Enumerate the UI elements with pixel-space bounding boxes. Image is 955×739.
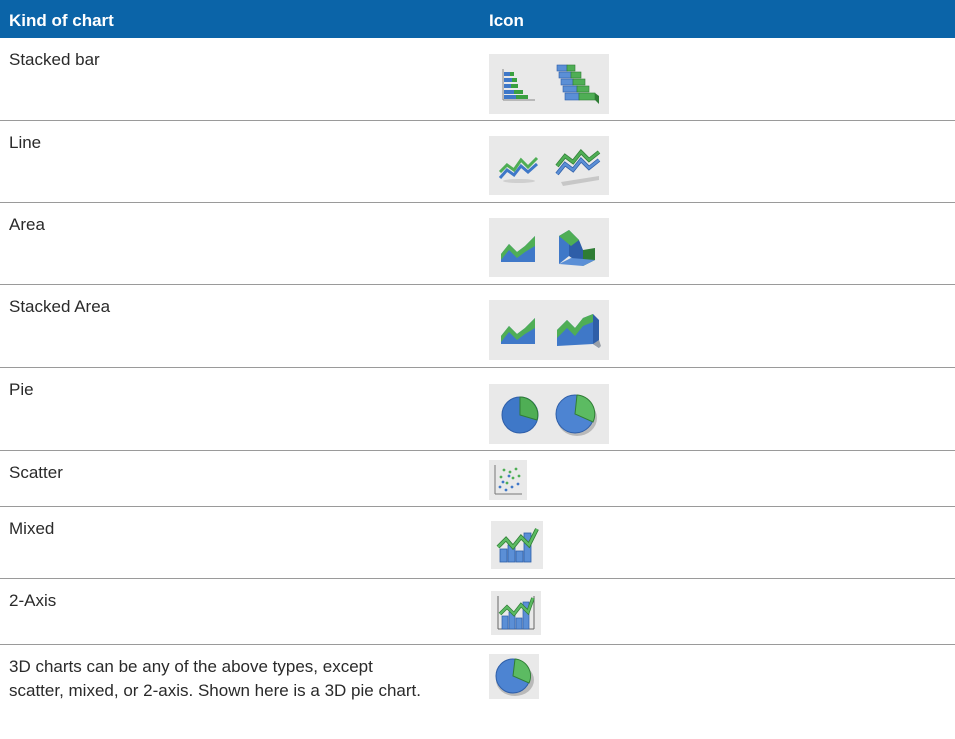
line-2d-icon xyxy=(498,156,539,183)
row-label: 3D charts can be any of the above types,… xyxy=(9,657,421,700)
stacked-bar-3d-icon xyxy=(556,64,599,104)
table-row-stacked-bar: Stacked bar xyxy=(0,38,955,121)
table-row-scatter: Scatter xyxy=(0,451,955,507)
scatter-icon xyxy=(494,465,522,495)
header-kind-of-chart: Kind of chart xyxy=(9,11,114,30)
stacked-area-icon-box xyxy=(489,300,609,360)
pie-2d-icon xyxy=(501,396,539,434)
area-2d-icon xyxy=(501,236,535,262)
two-axis-icon-box xyxy=(491,591,541,635)
table-row-line: Line xyxy=(0,121,955,203)
area-3d-icon xyxy=(559,230,595,266)
row-label: Line xyxy=(9,133,42,152)
scatter-icon-box xyxy=(489,460,527,500)
table-row-2-axis: 2-Axis xyxy=(0,579,955,645)
table-row-mixed: Mixed xyxy=(0,507,955,579)
stacked-area-3d-icon xyxy=(557,314,601,348)
table-row-pie: Pie xyxy=(0,368,955,451)
row-label: Stacked bar xyxy=(9,50,100,69)
line-3d-icon xyxy=(555,149,601,186)
pie-3d-icon xyxy=(495,658,534,696)
row-label: Scatter xyxy=(9,463,63,482)
header-icon: Icon xyxy=(489,11,524,30)
mixed-icon-box xyxy=(491,521,543,569)
pie-icon-box xyxy=(489,384,609,444)
stacked-bar-icon-box xyxy=(489,54,609,114)
row-label: Area xyxy=(9,215,45,234)
row-label: 2-Axis xyxy=(9,591,57,610)
row-label: Mixed xyxy=(9,519,55,538)
table-row-3d: 3D charts can be any of the above types,… xyxy=(0,645,955,739)
row-label: Pie xyxy=(9,380,34,399)
two-axis-icon xyxy=(497,596,535,630)
pie-3d-icon-box xyxy=(489,654,539,699)
row-label: Stacked Area xyxy=(9,297,111,316)
table-header: Kind of chart Icon xyxy=(0,0,955,38)
area-icon-box xyxy=(489,218,609,277)
stacked-bar-2d-icon xyxy=(502,69,535,101)
stacked-area-2d-icon xyxy=(501,318,535,344)
mixed-icon xyxy=(496,528,539,563)
table-row-area: Area xyxy=(0,203,955,285)
table-row-stacked-area: Stacked Area xyxy=(0,285,955,368)
pie-3d-icon xyxy=(555,394,597,436)
line-icon-box xyxy=(489,136,609,195)
